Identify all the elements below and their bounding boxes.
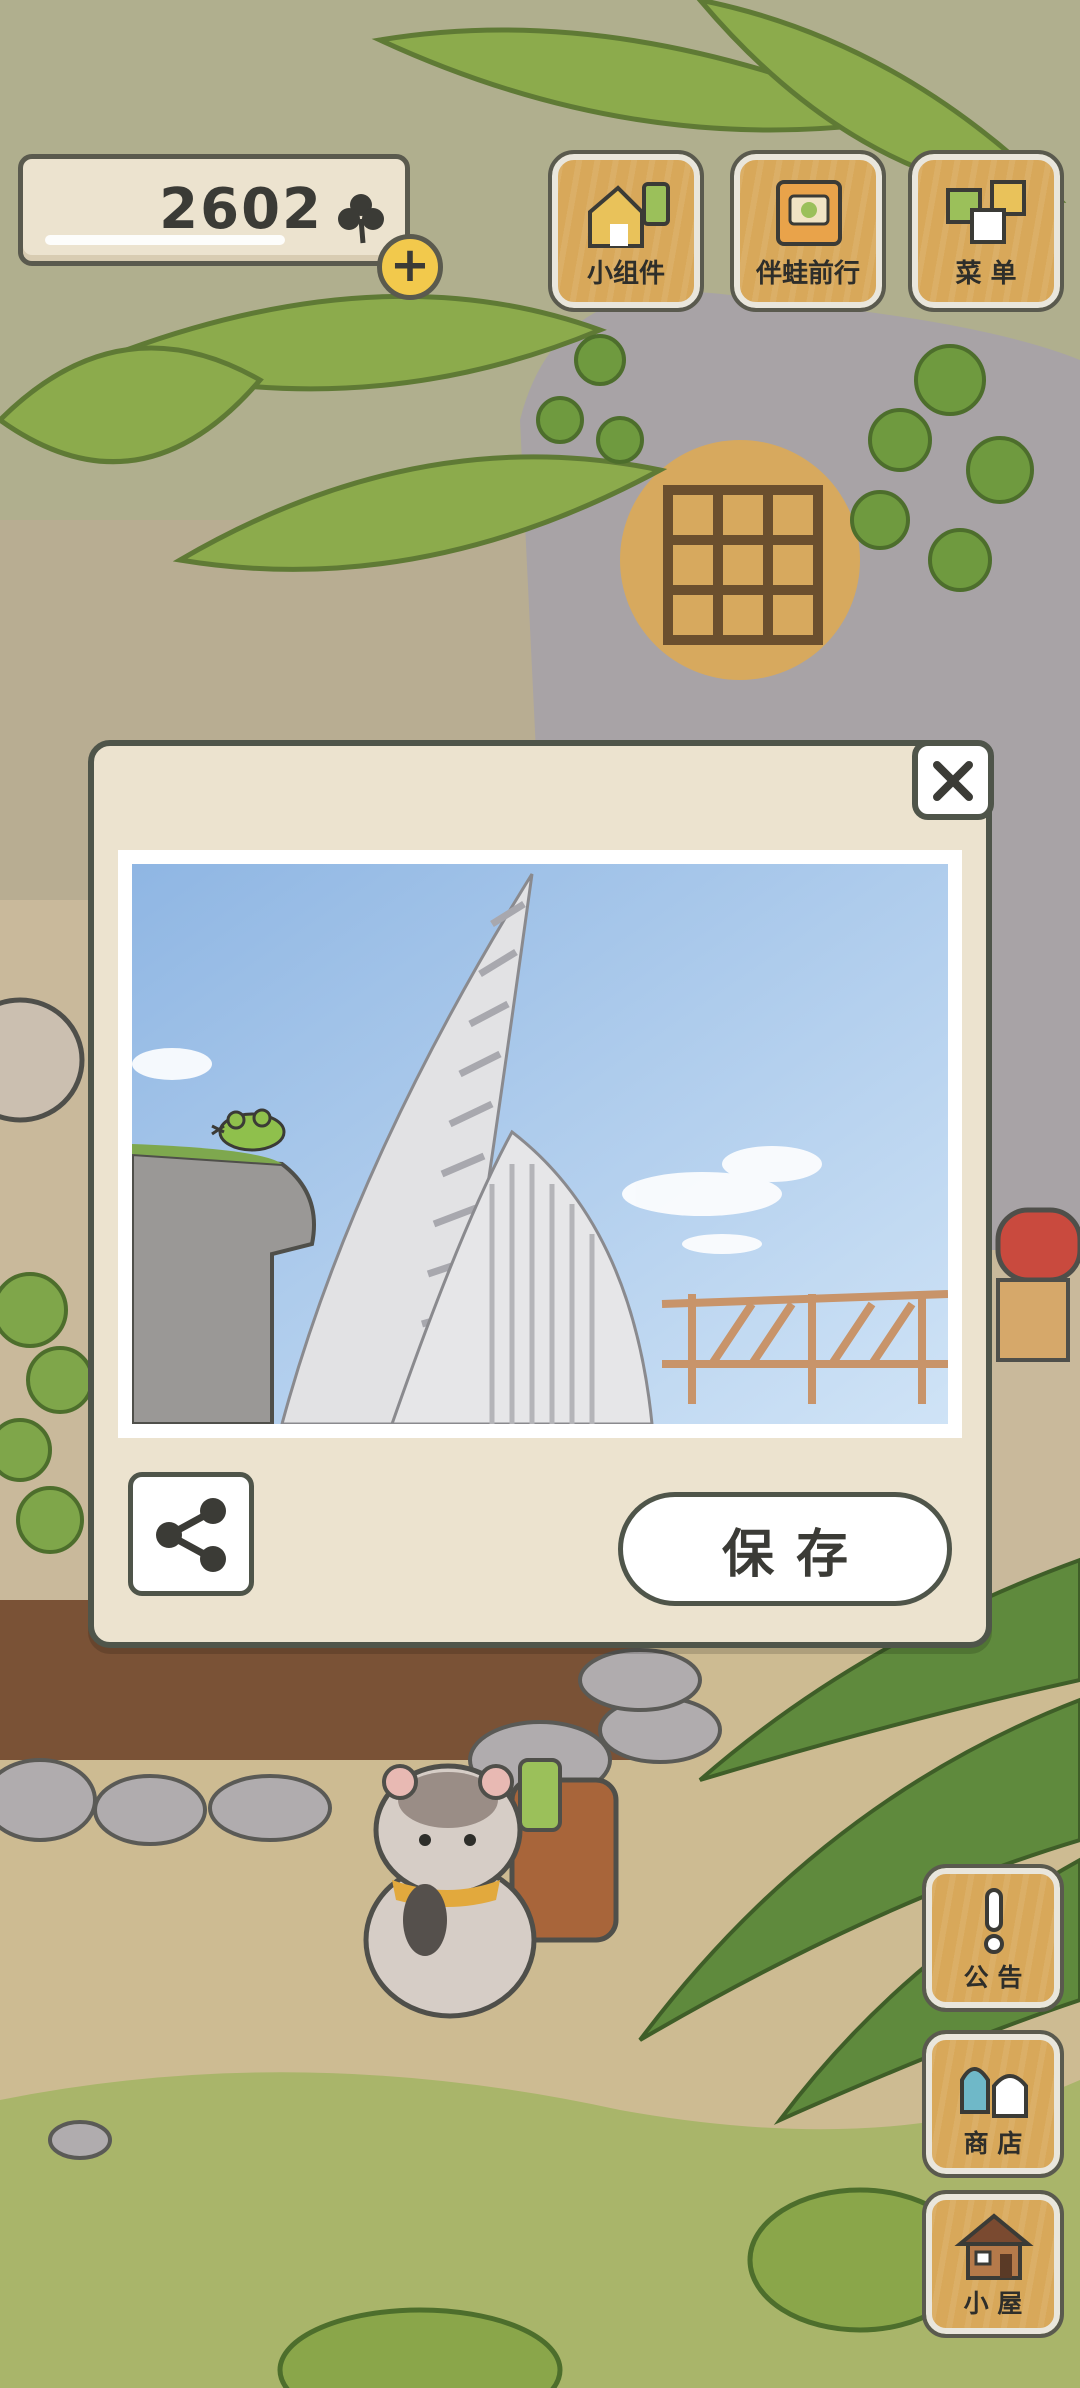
close-icon [933,761,973,801]
save-label: 保存 [721,1524,870,1585]
add-clover-button[interactable]: + [377,234,443,300]
counter-bar [45,235,285,245]
plus-icon: + [389,237,431,293]
travel-photo-frame [118,850,962,1438]
shop-button[interactable]: 商 店 [922,2030,1064,2178]
save-button[interactable]: 保存 [618,1492,952,1606]
album-icon [776,180,842,246]
shop-label: 商 店 [963,2129,1023,2158]
clover-icon [338,194,384,244]
menu-label: 菜 单 [955,259,1017,289]
menu-cards-icon [946,180,1026,244]
clover-count: 2602 [159,177,323,242]
travel-together-button[interactable]: 伴蛙前行 [730,150,886,312]
close-button[interactable] [912,740,994,820]
widget-button[interactable]: 小组件 [548,150,704,312]
clover-counter: 2602 [18,154,410,266]
notice-label: 公 告 [963,1963,1023,1992]
widget-label: 小组件 [586,259,665,289]
share-button[interactable] [128,1472,254,1596]
travel-photo [132,864,948,1424]
exclamation-icon [984,1888,1004,1954]
widget-icon [588,182,670,248]
shop-bags-icon [960,2067,1028,2118]
menu-button[interactable]: 菜 单 [908,150,1064,312]
house-label: 小 屋 [963,2289,1023,2318]
travel-together-label: 伴蛙前行 [755,259,860,289]
house-icon [954,2213,1034,2280]
notice-button[interactable]: 公 告 [922,1864,1064,2012]
house-button[interactable]: 小 屋 [922,2190,1064,2338]
share-icon [156,1498,226,1572]
